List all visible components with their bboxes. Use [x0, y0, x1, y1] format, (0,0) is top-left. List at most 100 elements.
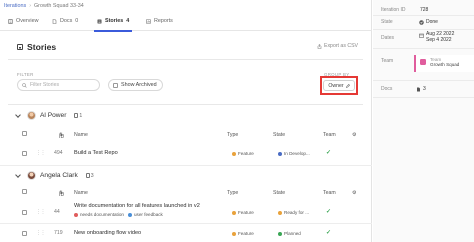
filter-stories-field[interactable] [17, 79, 100, 91]
col-state-header[interactable]: State [273, 132, 285, 138]
drag-handle-icon[interactable]: ⋮⋮ [36, 230, 46, 236]
calendar-icon [419, 33, 424, 38]
owner-name: Al Power [40, 112, 67, 119]
stories-title-text: Stories [27, 42, 57, 52]
table-header: ID ⇅ Name Type State Team ⚙ [0, 188, 372, 198]
docs-label: Docs [381, 86, 393, 92]
tab-docs-count: 0 [75, 18, 79, 24]
select-all-checkbox[interactable] [22, 131, 27, 136]
label-dot-icon [128, 212, 132, 217]
story-count: 3 [90, 172, 94, 179]
owner-group-header[interactable]: Al Power 1 [15, 111, 82, 120]
tab-docs[interactable]: Docs 0 [52, 18, 78, 24]
table-row[interactable]: ⋮⋮ 719 New onboarding flow video Feature… [0, 225, 372, 242]
label-badge[interactable]: needs documentation [74, 212, 124, 217]
owner-group-header[interactable]: Angela Clark 3 [15, 171, 94, 180]
story-count-badge: 1 [74, 113, 82, 119]
show-archived-label: Show Archived [121, 82, 157, 88]
team-name: Growth Squad [430, 62, 460, 67]
tab-overview[interactable]: Overview [8, 18, 38, 24]
collapse-chevron-icon[interactable] [15, 171, 21, 178]
state-icon [278, 151, 282, 156]
reports-icon [146, 18, 151, 24]
breadcrumb-current: Growth Squad 33-34 [33, 3, 84, 9]
story-type: Feature [232, 231, 254, 236]
select-all-checkbox[interactable] [22, 189, 27, 194]
section-divider [8, 59, 363, 60]
sidebar-divider [373, 80, 474, 81]
state-label: State [381, 19, 393, 25]
col-team-header[interactable]: Team [323, 190, 336, 196]
col-type-header[interactable]: Type [227, 190, 238, 196]
col-team-header[interactable]: Team [323, 132, 336, 138]
col-id-header[interactable]: ID ⇅ [59, 190, 64, 198]
tab-stories-count: 4 [126, 18, 130, 24]
story-state-select[interactable]: Planned [278, 231, 301, 236]
col-state-header[interactable]: State [273, 190, 285, 196]
label-badge[interactable]: user feedback [128, 212, 163, 217]
done-check-icon [419, 19, 424, 25]
dates-end: Sep 4 2022 [426, 37, 452, 43]
state-select[interactable]: Done [419, 19, 438, 25]
iteration-id-value: 728 [420, 7, 429, 13]
dates-button[interactable]: Aug 22 2022 Sep 4 2022 [419, 31, 454, 43]
group-by-owner-select[interactable]: Owner [323, 80, 355, 91]
search-input[interactable] [29, 82, 99, 88]
collapse-chevron-icon[interactable] [15, 111, 21, 118]
team-icon: ✓ [326, 230, 332, 236]
story-id: 719 [54, 230, 63, 236]
column-settings-icon[interactable]: ⚙ [352, 190, 357, 196]
drag-handle-icon[interactable]: ⋮⋮ [36, 150, 46, 156]
label-dot-icon [74, 212, 78, 217]
overview-icon [8, 18, 13, 24]
feature-dot-icon [232, 231, 236, 236]
docs-icon [52, 18, 57, 24]
story-id: 44 [54, 209, 60, 215]
feature-dot-icon [232, 210, 236, 215]
sidebar-divider [373, 15, 474, 16]
breadcrumb: Iterations › Growth Squad 33-34 [4, 3, 84, 9]
state-icon [278, 210, 282, 215]
col-name-header[interactable]: Name [74, 132, 88, 138]
row-checkbox[interactable] [22, 231, 27, 236]
story-state-select[interactable]: Ready for ... [278, 210, 309, 215]
col-id-header[interactable]: ID ⇅ [59, 132, 64, 140]
group-by-value: Owner [328, 82, 344, 89]
story-type: Feature [232, 210, 254, 215]
filter-label: FILTER [17, 72, 34, 77]
tab-reports[interactable]: Reports [146, 18, 173, 24]
tab-reports-label: Reports [154, 18, 173, 24]
stories-icon [97, 19, 102, 23]
story-count-icon [85, 173, 90, 178]
tab-stories-label: Stories [105, 18, 124, 24]
stories-section-icon [17, 44, 23, 50]
export-csv-button[interactable]: Export as CSV [317, 43, 358, 49]
dates-label: Dates [381, 35, 395, 41]
table-row[interactable]: ⋮⋮ 44 Write documentation for all featur… [0, 200, 372, 224]
table-row[interactable]: ⋮⋮ 494 Build a Test Repo Feature In Deve… [0, 143, 372, 166]
row-checkbox[interactable] [22, 210, 27, 215]
story-state-select[interactable]: In Develop... [278, 151, 310, 156]
breadcrumb-iterations-link[interactable]: Iterations [4, 3, 26, 9]
tab-docs-label: Docs [60, 18, 73, 24]
show-archived-toggle[interactable]: Show Archived [108, 79, 163, 91]
tab-stories[interactable]: Stories 4 [93, 18, 133, 32]
export-icon [317, 43, 322, 49]
story-id: 494 [54, 150, 63, 156]
story-name-link[interactable]: New onboarding flow video [74, 230, 141, 236]
drag-handle-icon[interactable]: ⋮⋮ [36, 209, 46, 215]
story-name-link[interactable]: Write documentation for all features lau… [74, 203, 200, 209]
avatar [27, 171, 36, 180]
team-chip[interactable]: Team Growth Squad [414, 55, 474, 72]
edit-icon [345, 83, 350, 88]
owner-name: Angela Clark [40, 172, 78, 179]
col-name-header[interactable]: Name [74, 190, 88, 196]
docs-count-badge[interactable]: 3 [416, 86, 426, 92]
story-name-link[interactable]: Build a Test Repo [74, 150, 118, 156]
tab-bar: Overview Docs 0 Stories 4 Reports [0, 14, 372, 32]
show-archived-checkbox[interactable] [113, 82, 118, 88]
breadcrumb-separator-icon: › [29, 3, 31, 9]
column-settings-icon[interactable]: ⚙ [352, 132, 357, 138]
col-type-header[interactable]: Type [227, 132, 238, 138]
row-checkbox[interactable] [22, 151, 27, 156]
